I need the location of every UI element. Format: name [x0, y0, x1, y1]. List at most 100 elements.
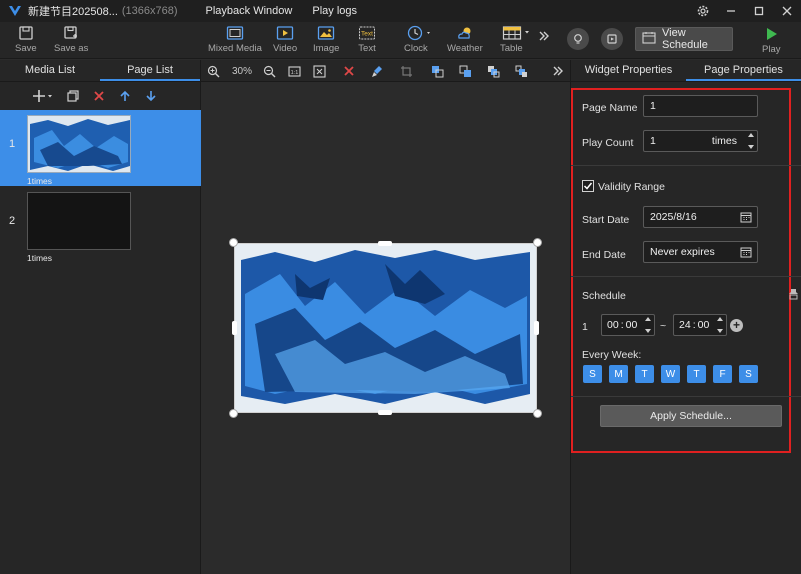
minimize-button[interactable] [717, 0, 745, 22]
page-actions-bar [0, 82, 200, 110]
bring-forward-icon[interactable] [487, 64, 500, 78]
view-schedule-button[interactable]: View Schedule [635, 27, 733, 51]
page-play-count: 1times [27, 176, 53, 186]
validity-range-checkbox[interactable] [582, 180, 594, 192]
resize-handle-left[interactable] [232, 321, 237, 335]
tab-page-list[interactable]: Page List [100, 60, 200, 81]
window-title: 新建节目202508... [28, 6, 118, 18]
resize-handle-bottom-right[interactable] [533, 409, 542, 418]
send-backward-icon[interactable] [515, 64, 528, 78]
day-thursday[interactable]: T [687, 365, 706, 383]
image-button[interactable]: Image [313, 24, 339, 58]
zoom-level: 30% [232, 65, 253, 77]
close-button[interactable] [773, 0, 801, 22]
day-saturday[interactable]: S [739, 365, 758, 383]
weather-button[interactable]: Weather [447, 24, 483, 58]
page-list-item-1[interactable]: 1 1times [0, 110, 201, 186]
schedule-end-time[interactable]: 24 : 00 [673, 314, 727, 336]
window-resolution: (1366x768) [121, 5, 178, 17]
play-count-label: Play Count [582, 137, 634, 149]
settings-gear-icon[interactable] [689, 0, 717, 22]
start-date-label: Start Date [582, 214, 630, 226]
page-play-count: 1times [27, 253, 53, 263]
resize-handle-bottom-left[interactable] [229, 409, 238, 418]
day-wednesday[interactable]: W [661, 365, 680, 383]
save-icon [18, 24, 34, 42]
move-down-icon[interactable] [144, 89, 158, 103]
end-date-label: End Date [582, 249, 626, 261]
add-schedule-icon[interactable]: + [730, 319, 743, 332]
tab-media-list[interactable]: Media List [0, 60, 100, 81]
more-canvas-tools-icon[interactable] [552, 64, 564, 78]
svg-text:Text: Text [361, 31, 373, 38]
page-thumbnail [27, 192, 131, 250]
day-tuesday[interactable]: T [635, 365, 654, 383]
resize-handle-top[interactable] [378, 241, 392, 246]
fit-screen-icon[interactable] [313, 64, 326, 78]
send-back-icon[interactable] [459, 64, 472, 78]
validity-range-label: Validity Range [598, 181, 665, 193]
resize-handle-top-left[interactable] [229, 238, 238, 247]
resize-handle-top-right[interactable] [533, 238, 542, 247]
text-icon: Text [358, 24, 376, 42]
widget-image [235, 244, 536, 412]
calendar-icon [740, 212, 752, 223]
canvas-image-widget[interactable] [229, 238, 542, 418]
text-button[interactable]: Text Text [358, 24, 376, 58]
resize-handle-right[interactable] [534, 321, 539, 335]
save-as-button[interactable]: Save as [54, 24, 88, 58]
start-time-spin[interactable] [643, 316, 652, 334]
table-button[interactable]: Table [500, 24, 533, 58]
page-list-item-2[interactable]: 2 1times [0, 187, 201, 263]
day-monday[interactable]: M [609, 365, 628, 383]
tab-page-properties[interactable]: Page Properties [686, 60, 801, 81]
day-friday[interactable]: F [713, 365, 732, 383]
delete-page-icon[interactable] [92, 89, 106, 103]
bulb-icon[interactable] [567, 28, 589, 50]
clear-brush-icon[interactable] [371, 64, 384, 78]
mixed-media-button[interactable]: Mixed Media [208, 24, 262, 58]
copy-page-icon[interactable] [66, 89, 80, 103]
image-icon [317, 24, 335, 42]
add-page-icon[interactable] [32, 89, 54, 103]
save-as-icon [63, 24, 79, 42]
maximize-button[interactable] [745, 0, 773, 22]
bring-front-icon[interactable] [431, 64, 444, 78]
clock-icon [407, 24, 433, 42]
schedule-start-time[interactable]: 00 : 00 [601, 314, 655, 336]
end-time-spin[interactable] [715, 316, 724, 334]
clear-schedule-icon[interactable] [788, 288, 799, 303]
apply-schedule-button[interactable]: Apply Schedule... [600, 405, 782, 427]
page-number: 2 [9, 215, 16, 227]
page-name-label: Page Name [582, 102, 638, 114]
page-name-input[interactable]: 1 [643, 95, 758, 117]
zoom-in-icon[interactable] [207, 64, 220, 78]
divider [571, 396, 801, 397]
zoom-out-icon[interactable] [263, 64, 276, 78]
play-count-unit: times [711, 135, 737, 147]
delete-widget-icon[interactable] [343, 64, 355, 78]
video-button[interactable]: Video [273, 24, 297, 58]
resize-handle-bottom[interactable] [378, 410, 392, 415]
tab-widget-properties[interactable]: Widget Properties [571, 60, 686, 81]
divider [571, 165, 801, 166]
play-count-spin[interactable] [746, 132, 755, 150]
move-up-icon[interactable] [118, 89, 132, 103]
calendar-icon [740, 247, 752, 258]
app-logo-icon [9, 6, 21, 16]
actual-size-icon[interactable]: 1:1 [288, 64, 301, 78]
menu-playback-window[interactable]: Playback Window [206, 5, 293, 17]
more-tools-icon[interactable] [538, 30, 550, 64]
save-button[interactable]: Save [15, 24, 37, 58]
clock-button[interactable]: Clock [404, 24, 436, 58]
play-count-stepper[interactable]: 1 times [643, 130, 758, 152]
preview-icon[interactable] [601, 28, 623, 50]
play-button[interactable]: Play [762, 25, 780, 59]
day-sunday[interactable]: S [583, 365, 602, 383]
start-date-picker[interactable]: 2025/8/16 [643, 206, 758, 228]
title-bar: 新建节目202508... (1366x768) Playback Window… [0, 0, 801, 22]
end-date-picker[interactable]: Never expires [643, 241, 758, 263]
mixed-media-icon [226, 24, 244, 42]
menu-play-logs[interactable]: Play logs [312, 5, 357, 17]
crop-icon[interactable] [400, 64, 413, 78]
